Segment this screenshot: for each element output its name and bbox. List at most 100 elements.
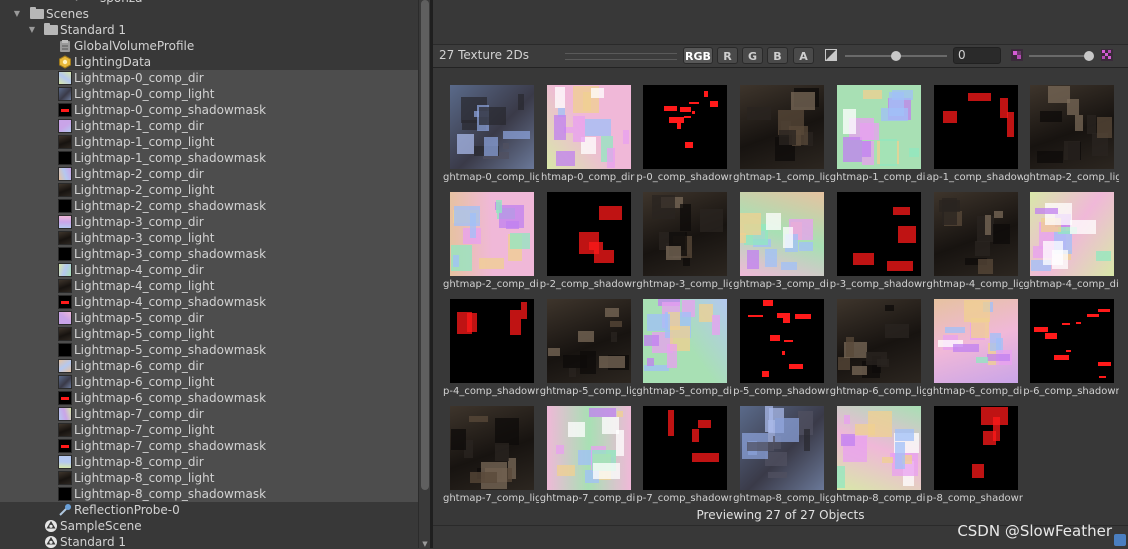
tree-row[interactable]: Lightmap-3_comp_light: [0, 230, 418, 246]
tree-row[interactable]: Lightmap-3_comp_dir: [0, 214, 418, 230]
mip-small-icon[interactable]: [1011, 49, 1023, 61]
tree-row[interactable]: Lightmap-4_comp_light: [0, 278, 418, 294]
size-slider-track[interactable]: [1029, 55, 1089, 57]
texture-item[interactable]: p-3_comp_shadowmask: [830, 192, 926, 294]
exposure-slider-knob[interactable]: [891, 51, 901, 61]
tree-row[interactable]: Lightmap-8_comp_shadowmask: [0, 486, 418, 502]
mip-large-icon[interactable]: [1101, 49, 1113, 61]
texture-item[interactable]: p-7_comp_shadowmask: [636, 406, 732, 508]
texture-item[interactable]: ghtmap-4_comp_light: [927, 192, 1023, 294]
scroll-down-arrow-icon[interactable]: ▼: [421, 540, 429, 548]
tree-row[interactable]: ReflectionProbe-0: [0, 502, 418, 518]
tree-row[interactable]: GlobalVolumeProfile: [0, 38, 418, 54]
tree-row[interactable]: Lightmap-6_comp_light: [0, 374, 418, 390]
texture-item[interactable]: ap-1_comp_shadowmask: [927, 85, 1023, 187]
texture-thumbnail[interactable]: [643, 299, 728, 383]
texture-item[interactable]: p-6_comp_shadowmask: [1023, 299, 1119, 401]
texture-item[interactable]: ghtmap-0_comp_light: [443, 85, 539, 187]
exposure-icon[interactable]: [825, 49, 837, 61]
tree-row[interactable]: SampleScene: [0, 518, 418, 534]
texture-thumbnail[interactable]: [546, 299, 631, 383]
texture-thumbnail[interactable]: [1030, 192, 1115, 276]
texture-thumbnail[interactable]: [836, 299, 921, 383]
texture-thumbnail[interactable]: [933, 406, 1018, 490]
texture-thumbnail[interactable]: [643, 406, 728, 490]
expand-arrow-icon[interactable]: ▼: [12, 6, 22, 22]
tree-row[interactable]: Lightmap-7_comp_light: [0, 422, 418, 438]
texture-thumbnail[interactable]: [933, 85, 1018, 169]
tree-row[interactable]: Lightmap-2_comp_light: [0, 182, 418, 198]
texture-thumbnail[interactable]: [546, 192, 631, 276]
texture-item[interactable]: p-5_comp_shadowmask: [733, 299, 829, 401]
texture-thumbnail[interactable]: [450, 85, 534, 169]
texture-item[interactable]: ghtmap-6_comp_dir: [927, 299, 1023, 401]
texture-thumbnail[interactable]: [740, 406, 825, 490]
tree-row[interactable]: ▼ Scenes: [0, 6, 418, 22]
texture-item[interactable]: ghtmap-7_comp_light: [443, 406, 539, 508]
texture-item[interactable]: ghtmap-3_comp_light: [636, 192, 732, 294]
texture-item[interactable]: ghtmap-8_comp_dir: [830, 406, 926, 508]
size-slider-knob[interactable]: [1084, 51, 1094, 61]
channel-r-button[interactable]: R: [717, 47, 738, 64]
texture-item[interactable]: p-2_comp_shadowmask: [540, 192, 636, 294]
tree-row[interactable]: Lightmap-0_comp_light: [0, 86, 418, 102]
tree-row[interactable]: Lightmap-0_comp_shadowmask: [0, 102, 418, 118]
texture-thumbnail[interactable]: [836, 85, 921, 169]
tree-row[interactable]: Lightmap-1_comp_shadowmask: [0, 150, 418, 166]
texture-item[interactable]: ghtmap-2_comp_dir: [443, 192, 539, 294]
tree-row[interactable]: Lightmap-5_comp_shadowmask: [0, 342, 418, 358]
texture-item[interactable]: htmap-0_comp_dir: [540, 85, 636, 187]
texture-item[interactable]: p-8_comp_shadowmask: [927, 406, 1023, 508]
tree-row[interactable]: Lightmap-7_comp_shadowmask: [0, 438, 418, 454]
texture-thumbnail[interactable]: [643, 192, 728, 276]
tree-row[interactable]: Lightmap-7_comp_dir: [0, 406, 418, 422]
texture-item[interactable]: ghtmap-2_comp_light: [1023, 85, 1119, 187]
texture-thumbnail[interactable]: [740, 85, 825, 169]
tree-row[interactable]: Lightmap-4_comp_dir: [0, 262, 418, 278]
texture-thumbnail[interactable]: [933, 192, 1018, 276]
tree-row[interactable]: Lightmap-1_comp_light: [0, 134, 418, 150]
drag-grip[interactable]: [565, 53, 677, 60]
tree-row[interactable]: Lightmap-2_comp_dir: [0, 166, 418, 182]
texture-thumbnail[interactable]: [1030, 85, 1115, 169]
tree-row[interactable]: LightingData: [0, 54, 418, 70]
tree-row[interactable]: Lightmap-6_comp_dir: [0, 358, 418, 374]
texture-thumbnail[interactable]: [546, 406, 631, 490]
tree-row[interactable]: Lightmap-1_comp_dir: [0, 118, 418, 134]
tree-row[interactable]: Lightmap-5_comp_dir: [0, 310, 418, 326]
texture-thumbnail[interactable]: [450, 299, 534, 383]
texture-thumbnail[interactable]: [933, 299, 1018, 383]
texture-item[interactable]: ghtmap-4_comp_dir: [1023, 192, 1119, 294]
texture-item[interactable]: ghtmap-5_comp_light: [540, 299, 636, 401]
texture-thumbnail[interactable]: [450, 406, 534, 490]
texture-thumbnail[interactable]: [1030, 299, 1115, 383]
texture-thumbnail[interactable]: [546, 85, 631, 169]
mip-level-input[interactable]: 0: [953, 47, 1001, 64]
channel-b-button[interactable]: B: [767, 47, 788, 64]
channel-g-button[interactable]: G: [742, 47, 763, 64]
texture-thumbnail[interactable]: [836, 406, 921, 490]
texture-item[interactable]: ghtmap-6_comp_light: [830, 299, 926, 401]
expand-arrow-icon[interactable]: ▼: [27, 22, 37, 38]
texture-item[interactable]: ghtmap-7_comp_dir: [540, 406, 636, 508]
tree-row[interactable]: Lightmap-8_comp_light: [0, 470, 418, 486]
texture-item[interactable]: p-4_comp_shadowmask: [443, 299, 539, 401]
texture-thumbnail[interactable]: [740, 299, 825, 383]
tree-row[interactable]: Lightmap-4_comp_shadowmask: [0, 294, 418, 310]
texture-thumbnail[interactable]: [643, 85, 728, 169]
texture-item[interactable]: ghtmap-5_comp_dir: [636, 299, 732, 401]
channel-rgb-button[interactable]: RGB: [683, 47, 713, 64]
channel-a-button[interactable]: A: [793, 47, 814, 64]
tree-row[interactable]: Lightmap-6_comp_shadowmask: [0, 390, 418, 406]
texture-thumbnail[interactable]: [740, 192, 825, 276]
hierarchy-scrollbar[interactable]: ▼: [418, 0, 430, 548]
texture-thumbnail[interactable]: [836, 192, 921, 276]
texture-thumbnail[interactable]: [450, 192, 534, 276]
texture-item[interactable]: ghtmap-3_comp_dir: [733, 192, 829, 294]
texture-item[interactable]: ghtmap-8_comp_light: [733, 406, 829, 508]
tree-row[interactable]: Lightmap-5_comp_light: [0, 326, 418, 342]
scrollbar-thumb[interactable]: [421, 0, 429, 490]
texture-item[interactable]: p-0_comp_shadowmask: [636, 85, 732, 187]
tree-row[interactable]: ▼ Standard 1: [0, 22, 418, 38]
tree-row[interactable]: Lightmap-3_comp_shadowmask: [0, 246, 418, 262]
